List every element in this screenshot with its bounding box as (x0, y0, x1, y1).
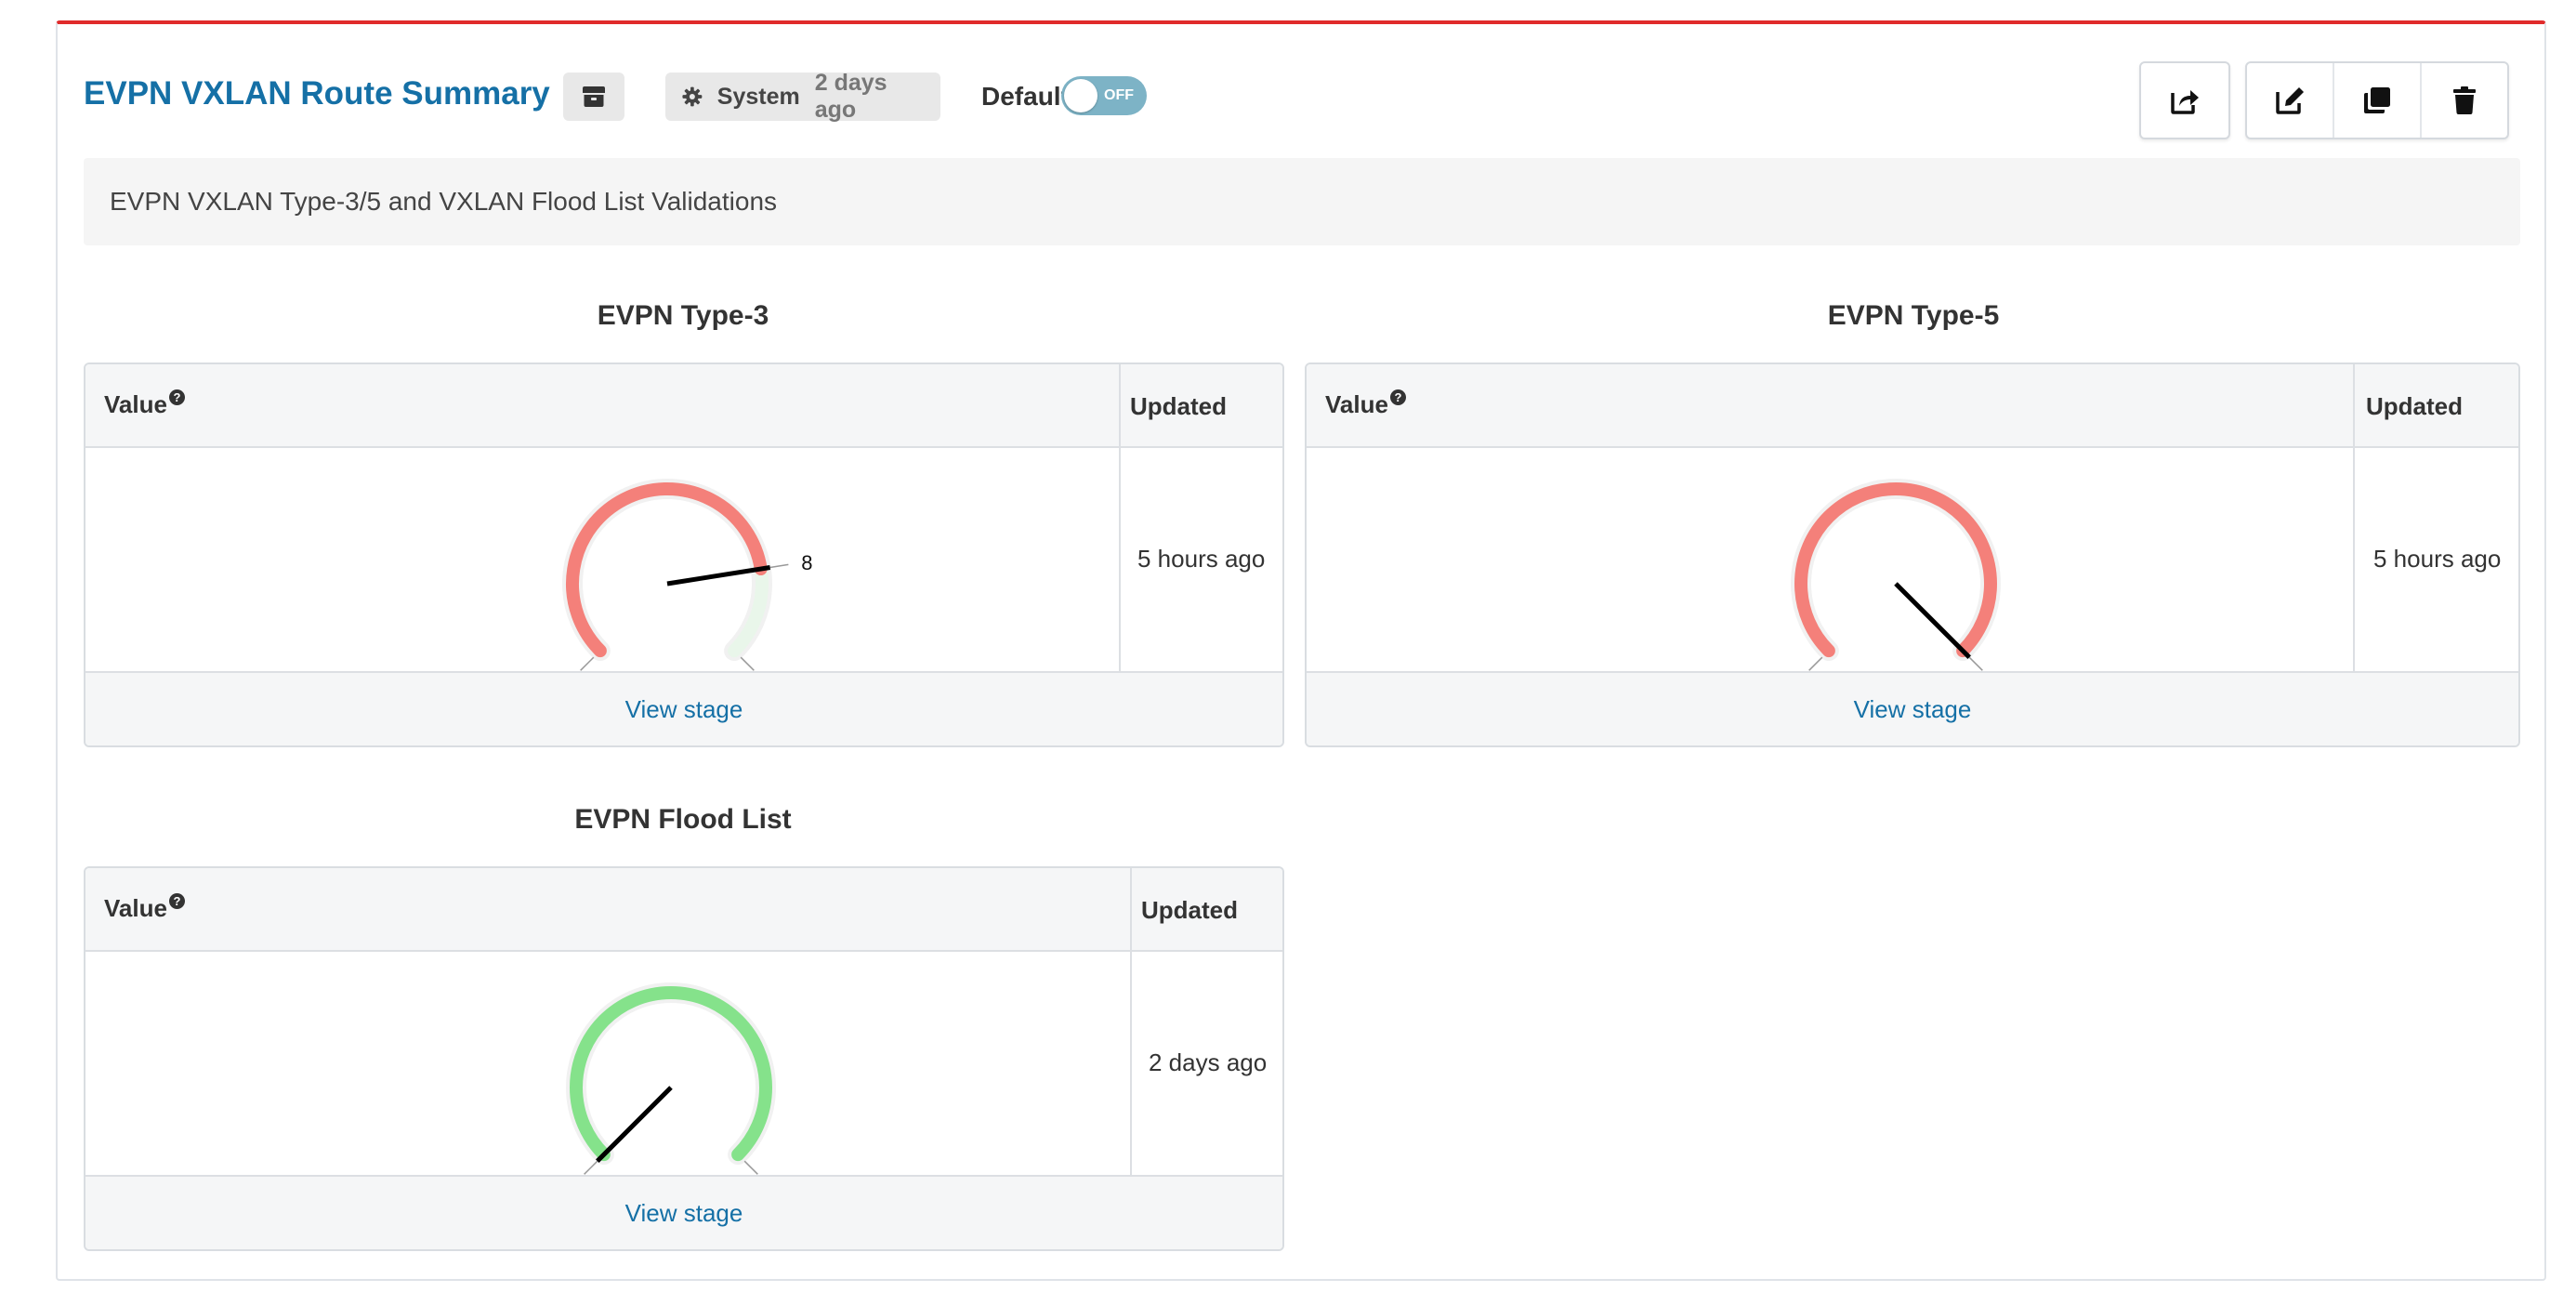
column-header-updated: Updated (2366, 392, 2463, 420)
archive-box-icon (583, 86, 605, 107)
gauge-fill-arc (566, 482, 768, 658)
gauge-min-tick (1808, 656, 1823, 671)
column-header-value: Value? (104, 364, 185, 444)
default-label: Default (981, 82, 1070, 111)
view-stage-link[interactable]: View stage (85, 1175, 1282, 1249)
gauge-fill-arc (1794, 482, 1997, 658)
panel-table-header: Value? Updated (1307, 364, 2518, 448)
system-label: System (716, 83, 800, 110)
gear-icon (682, 86, 703, 107)
gauge-min-tick (580, 656, 595, 671)
help-icon[interactable]: ? (1389, 389, 1406, 405)
system-badge: System 2 days ago (665, 70, 940, 123)
help-icon[interactable]: ? (168, 893, 185, 909)
panel-table-header: Value? Updated (85, 868, 1282, 952)
panel-title-evpn-type-5: EVPN Type-5 (1827, 300, 2000, 331)
card-header: EVPN VXLAN Route Summary System 2 days a… (84, 61, 2518, 145)
column-divider (2353, 364, 2355, 673)
share-button[interactable] (2141, 63, 2228, 138)
updated-value: 5 hours ago (1137, 545, 1266, 573)
column-divider (1130, 868, 1132, 1177)
panel-title-evpn-flood-list: EVPN Flood List (574, 804, 792, 835)
gauge-evpn-flood-list: 010 (566, 982, 778, 1177)
edit-icon (2276, 87, 2304, 114)
copy-icon (2364, 87, 2390, 113)
column-header-value: Value? (104, 868, 185, 948)
gauge-value-label: 8 (801, 551, 812, 574)
gauge-needle (1894, 582, 1971, 659)
view-stage-link[interactable]: View stage (85, 671, 1282, 745)
gauge-min-tick (584, 1160, 598, 1175)
panel-evpn-type-5: Value? Updated 02 5 hours ago View stage (1305, 363, 2520, 747)
edit-button[interactable] (2247, 63, 2334, 138)
gauge-needle (596, 1086, 673, 1163)
dashboard-description: EVPN VXLAN Type-3/5 and VXLAN Flood List… (84, 158, 2520, 245)
updated-value: 5 hours ago (2373, 545, 2502, 573)
column-header-value: Value? (1325, 364, 1406, 444)
column-header-updated: Updated (1141, 896, 1238, 924)
column-header-updated: Updated (1130, 392, 1227, 420)
default-toggle[interactable]: OFF (1061, 76, 1147, 115)
toggle-text: OFF (1104, 87, 1134, 103)
panel-evpn-type-3: Value? Updated 0108 5 hours ago View sta… (84, 363, 1284, 747)
system-updated: 2 days ago (814, 70, 887, 123)
action-button-group (2245, 61, 2509, 139)
gauge-max-tick (1968, 656, 1983, 671)
gauge-evpn-type-5: 02 (1791, 479, 2001, 673)
archive-button[interactable] (563, 73, 624, 121)
view-stage-link[interactable]: View stage (1307, 671, 2518, 745)
gauge-fill-arc (570, 986, 772, 1162)
updated-value: 2 days ago (1149, 1048, 1268, 1076)
panel-evpn-flood-list: Value? Updated 010 2 days ago View stage (84, 866, 1284, 1251)
delete-button[interactable] (2422, 63, 2507, 138)
share-button-group (2139, 61, 2230, 139)
toggle-knob (1064, 79, 1097, 112)
help-icon[interactable]: ? (168, 389, 185, 405)
dashboard-card: EVPN VXLAN Route Summary System 2 days a… (56, 20, 2546, 1281)
copy-button[interactable] (2334, 63, 2422, 138)
gauge-evpn-type-3: 0108 (562, 479, 812, 673)
column-divider (1119, 364, 1121, 673)
gauge-value-tick (769, 563, 789, 569)
page-title[interactable]: EVPN VXLAN Route Summary (84, 61, 550, 126)
panel-title-evpn-type-3: EVPN Type-3 (597, 300, 769, 331)
panel-table-header: Value? Updated (85, 364, 1282, 448)
trash-icon (2453, 86, 2476, 114)
share-icon (2171, 90, 2199, 114)
